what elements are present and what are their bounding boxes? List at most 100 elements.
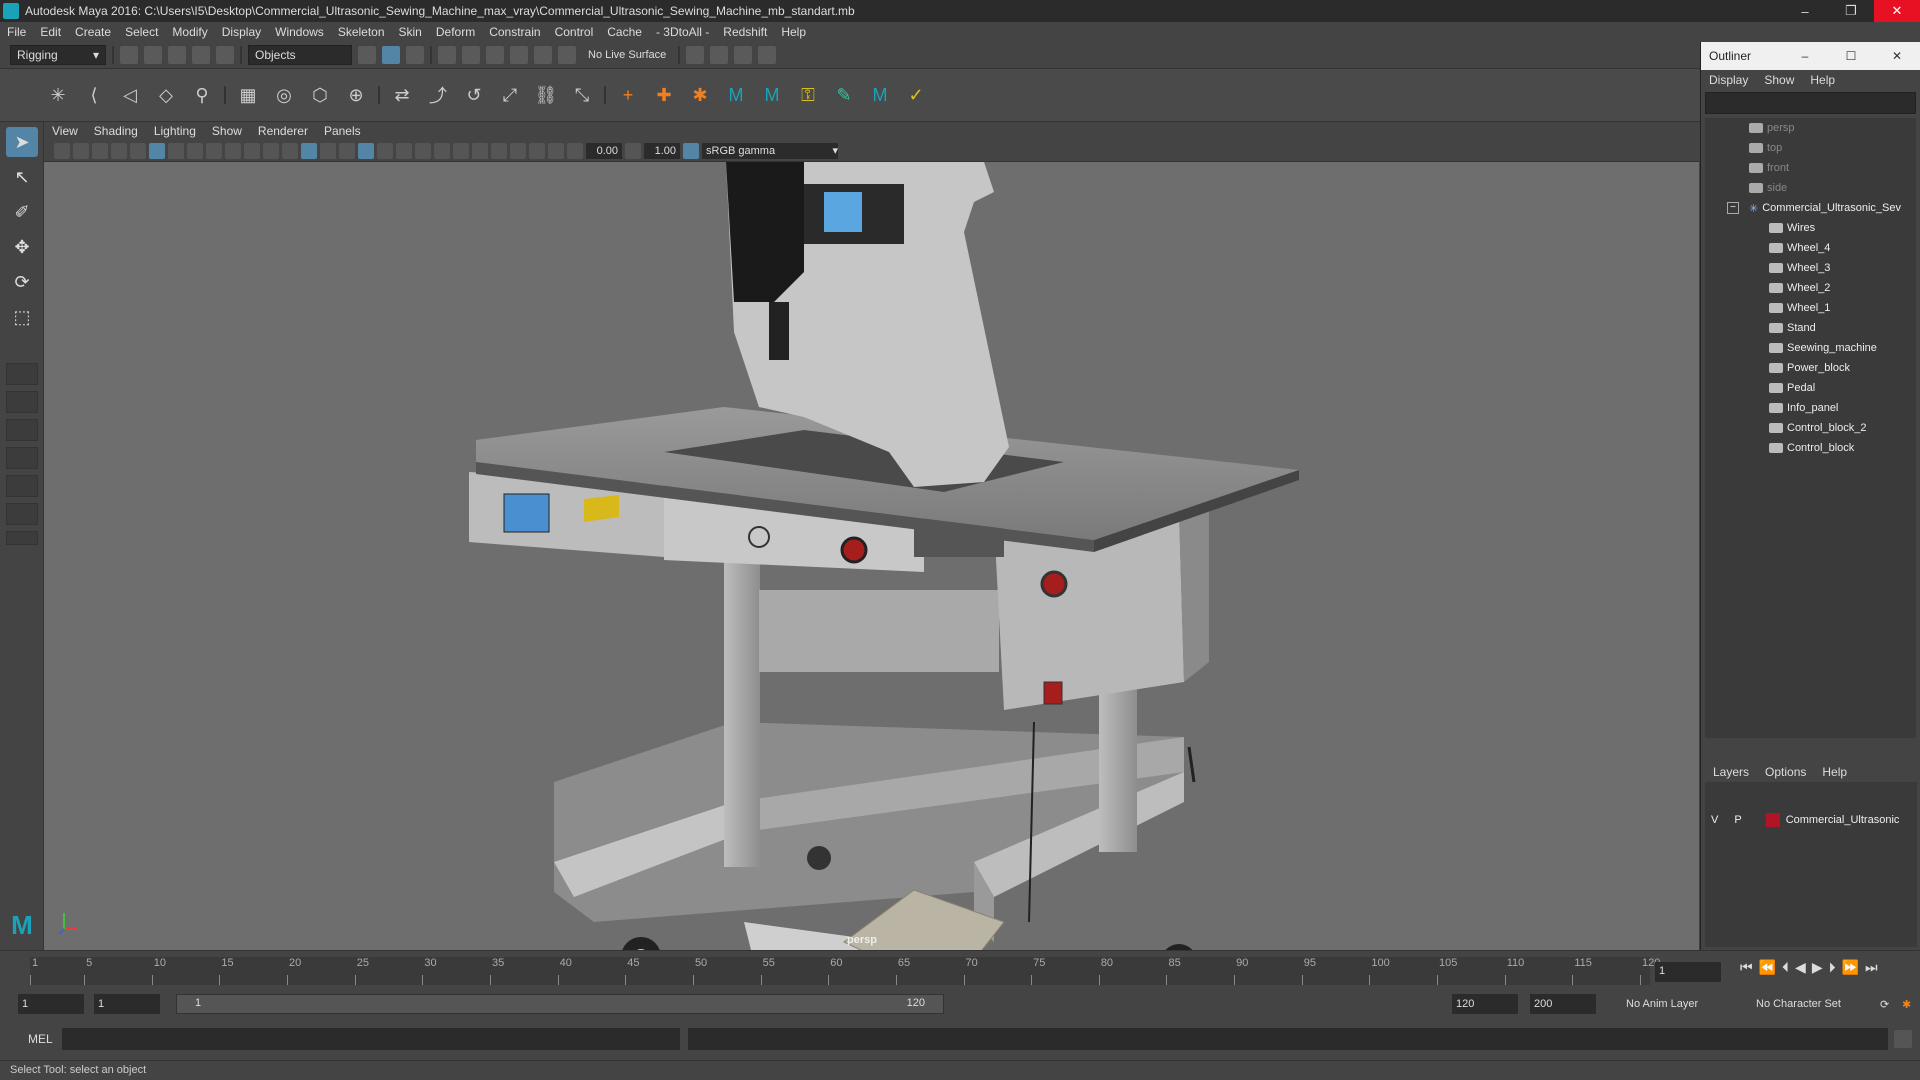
outliner-minimize-button[interactable]: – bbox=[1782, 49, 1828, 63]
playback-end-field[interactable]: 120 bbox=[1452, 994, 1518, 1014]
tree-item-front[interactable]: front bbox=[1705, 158, 1916, 178]
anim-layer-dropdown[interactable]: No Anim Layer bbox=[1622, 994, 1740, 1014]
layer-name[interactable]: Commercial_Ultrasonic bbox=[1786, 814, 1900, 826]
depth-of-field-icon[interactable] bbox=[472, 142, 488, 159]
tree-item-wires[interactable]: Wires bbox=[1705, 218, 1916, 238]
script-editor-icon[interactable] bbox=[1894, 1030, 1912, 1048]
outliner-menu-show[interactable]: Show bbox=[1756, 73, 1802, 87]
graph-layout-icon[interactable] bbox=[6, 475, 38, 497]
select-hierarchy-icon[interactable] bbox=[358, 46, 376, 64]
menu-help[interactable]: Help bbox=[774, 25, 813, 39]
render-settings-icon[interactable] bbox=[734, 46, 753, 64]
tree-item-pedal[interactable]: Pedal bbox=[1705, 378, 1916, 398]
brush-icon[interactable]: ✎ bbox=[830, 81, 858, 109]
vp-menu-shading[interactable]: Shading bbox=[86, 124, 146, 138]
layer-menu-options[interactable]: Options bbox=[1757, 765, 1814, 779]
anti-alias-icon[interactable] bbox=[453, 142, 469, 159]
select-tool-icon[interactable]: ➤ bbox=[6, 127, 38, 157]
menu-windows[interactable]: Windows bbox=[268, 25, 331, 39]
lattice-icon[interactable]: ▦ bbox=[234, 81, 262, 109]
step-forward-key-icon[interactable]: ⏵ bbox=[1829, 959, 1836, 976]
point-constraint-icon[interactable]: ⇄ bbox=[388, 81, 416, 109]
four-pane-layout-icon[interactable] bbox=[6, 391, 38, 413]
maximize-button[interactable]: ❐ bbox=[1828, 0, 1874, 22]
human-ik-icon[interactable]: ✱ bbox=[686, 81, 714, 109]
command-input[interactable] bbox=[62, 1028, 680, 1050]
maya-icon[interactable]: M bbox=[866, 81, 894, 109]
grease-pencil-icon[interactable] bbox=[130, 142, 146, 159]
vp-menu-renderer[interactable]: Renderer bbox=[250, 124, 316, 138]
tree-item-persp[interactable]: persp bbox=[1705, 118, 1916, 138]
tree-item-control-block[interactable]: Control_block bbox=[1705, 438, 1916, 458]
check-icon[interactable]: ✓ bbox=[902, 81, 930, 109]
single-pane-layout-icon[interactable] bbox=[6, 363, 38, 385]
menu-control[interactable]: Control bbox=[548, 25, 601, 39]
xray-components-icon[interactable] bbox=[548, 142, 564, 159]
menu-set-dropdown[interactable]: Rigging ▾ bbox=[10, 45, 106, 65]
camera-select-icon[interactable] bbox=[54, 142, 70, 159]
menu-modify[interactable]: Modify bbox=[165, 25, 214, 39]
layer-menu-layers[interactable]: Layers bbox=[1705, 765, 1757, 779]
menu-redshift[interactable]: Redshift bbox=[716, 25, 774, 39]
playback-start-field[interactable]: 1 bbox=[94, 994, 160, 1014]
aim-constraint-icon[interactable]: ⤴ bbox=[424, 81, 452, 109]
tree-item-control-block-2[interactable]: Control_block_2 bbox=[1705, 418, 1916, 438]
default-material-icon[interactable] bbox=[320, 142, 336, 159]
scale-tool-icon[interactable]: ⬚ bbox=[6, 302, 38, 332]
tree-item-wheel-1[interactable]: Wheel_1 bbox=[1705, 298, 1916, 318]
step-forward-icon[interactable]: ⏩ bbox=[1842, 959, 1859, 976]
rotate-tool-icon[interactable]: ⟳ bbox=[6, 267, 38, 297]
outliner-close-button[interactable]: ✕ bbox=[1874, 49, 1920, 63]
snap-grid-icon[interactable] bbox=[438, 46, 456, 64]
menu-display[interactable]: Display bbox=[215, 25, 268, 39]
cluster-icon[interactable]: ◎ bbox=[270, 81, 298, 109]
minimize-button[interactable]: – bbox=[1782, 0, 1828, 22]
film-gate-icon[interactable] bbox=[168, 142, 184, 159]
hypershade-layout-icon[interactable] bbox=[6, 503, 38, 525]
layer-playback-toggle[interactable]: P bbox=[1734, 814, 1741, 826]
move-tool-icon[interactable]: ✥ bbox=[6, 232, 38, 262]
isolate-select-icon[interactable] bbox=[491, 142, 507, 159]
select-component-icon[interactable] bbox=[406, 46, 424, 64]
anim-prefs-icon[interactable]: ✱ bbox=[1898, 994, 1916, 1014]
render-frame-icon[interactable] bbox=[686, 46, 705, 64]
color-space-dropdown[interactable]: sRGB gamma ▾ bbox=[702, 142, 838, 159]
tree-item-wheel-4[interactable]: Wheel_4 bbox=[1705, 238, 1916, 258]
camera-attr-icon[interactable] bbox=[73, 142, 89, 159]
go-to-end-icon[interactable]: ⏭ bbox=[1865, 959, 1878, 976]
image-plane-icon[interactable] bbox=[111, 142, 127, 159]
tree-item-power-block[interactable]: Power_block bbox=[1705, 358, 1916, 378]
gate-mask-icon[interactable] bbox=[206, 142, 222, 159]
gamma-field[interactable]: 1.00 bbox=[644, 142, 680, 159]
shadows-icon[interactable] bbox=[396, 142, 412, 159]
mash-icon[interactable]: M bbox=[722, 81, 750, 109]
snap-surface-icon[interactable] bbox=[534, 46, 552, 64]
redo-icon[interactable] bbox=[216, 46, 234, 64]
color-management-icon[interactable] bbox=[683, 142, 699, 159]
menu-create[interactable]: Create bbox=[68, 25, 118, 39]
collapse-icon[interactable]: − bbox=[1727, 202, 1739, 214]
layer-menu-help[interactable]: Help bbox=[1814, 765, 1855, 779]
tree-item-side[interactable]: side bbox=[1705, 178, 1916, 198]
more-layout-icon[interactable] bbox=[6, 531, 38, 545]
select-object-icon[interactable] bbox=[382, 46, 400, 64]
anim-start-field[interactable]: 1 bbox=[18, 994, 84, 1014]
exposure-field[interactable]: 0.00 bbox=[586, 142, 622, 159]
bookmark-icon[interactable] bbox=[92, 142, 108, 159]
paint-weights-icon[interactable]: ⚲ bbox=[188, 81, 216, 109]
menu-deform[interactable]: Deform bbox=[429, 25, 482, 39]
current-frame-field[interactable]: 1 bbox=[1655, 962, 1721, 982]
hypershade-icon[interactable] bbox=[758, 46, 777, 64]
menu-skin[interactable]: Skin bbox=[392, 25, 429, 39]
menu-3dtoall[interactable]: - 3DtoAll - bbox=[649, 25, 716, 39]
mel-label[interactable]: MEL bbox=[28, 1032, 53, 1046]
tree-item-wheel-2[interactable]: Wheel_2 bbox=[1705, 278, 1916, 298]
tree-item-sewing-machine[interactable]: Seewing_machine bbox=[1705, 338, 1916, 358]
use-lights-icon[interactable] bbox=[377, 142, 393, 159]
xray-icon[interactable] bbox=[510, 142, 526, 159]
menu-skeleton[interactable]: Skeleton bbox=[331, 25, 392, 39]
mash-alt-icon[interactable]: M bbox=[758, 81, 786, 109]
layer-color-swatch[interactable] bbox=[1765, 813, 1780, 827]
live-surface-label[interactable]: No Live Surface bbox=[582, 49, 672, 61]
timeline-ruler[interactable]: 1 5 10 15 20 25 30 35 40 45 50 55 60 65 70 75 80 85 90 95 10… bbox=[30, 957, 1660, 985]
